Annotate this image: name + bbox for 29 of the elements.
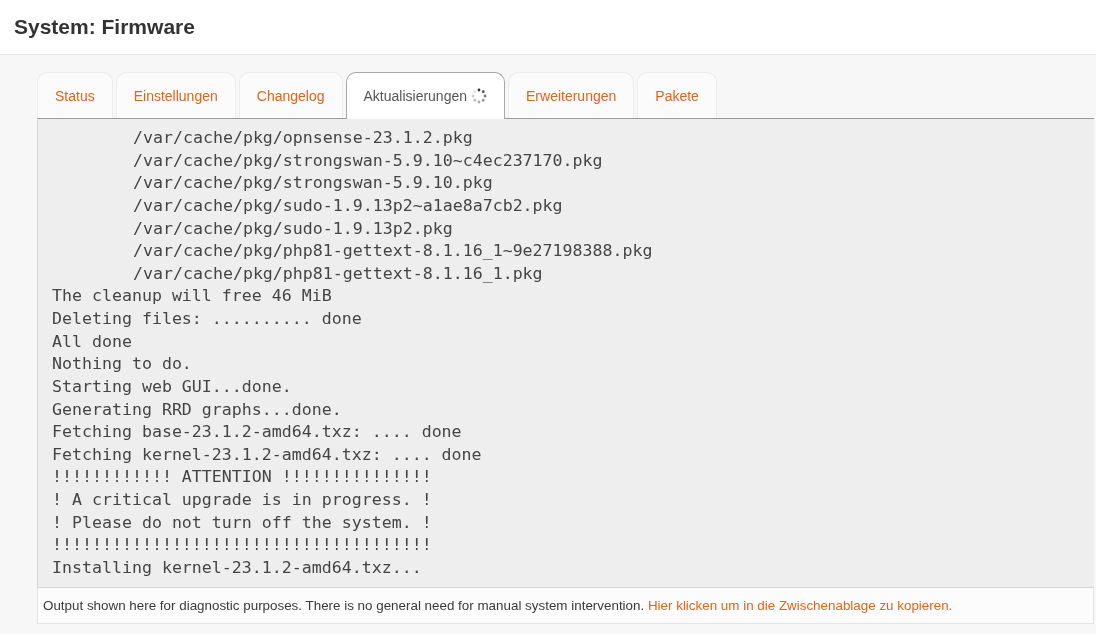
log-line: Fetching kernel-23.1.2-amd64.txz: .... done [52, 443, 483, 466]
log-line: !!!!!!!!!!!!!!!!!!!!!!!!!!!!!!!!!!!!!! [52, 534, 433, 557]
log-line: All done [52, 330, 133, 353]
log-line: Nothing to do. [52, 353, 193, 376]
log-line: /var/cache/pkg/strongswan-5.9.10.pkg [132, 172, 494, 195]
tab[interactable]: Changelog [238, 72, 343, 118]
log-line: Starting web GUI...done. [52, 375, 293, 398]
log-line: /var/cache/pkg/php81-gettext-8.1.16_1~9e27198388.pkg [132, 240, 654, 263]
log-line: The cleanup will free 46 MiB [52, 285, 333, 308]
log-line: /var/cache/pkg/sudo-1.9.13p2~a1ae8a7cb2.pkg [132, 194, 564, 217]
log-line: /var/cache/pkg/sudo-1.9.13p2.pkg [132, 217, 454, 240]
tab[interactable]: Erweiterungen [508, 72, 635, 118]
log-line: Fetching base-23.1.2-amd64.txz: .... done [52, 421, 463, 444]
output-note: Output shown here for diagnostic purposes. There is no general need for manual system intervention. Hier klicken um in die Zwischenablage zu kopieren. [43, 597, 953, 613]
log-line: Installing kernel-23.1.2-amd64.txz... [52, 556, 423, 579]
log-line: Generating RRD graphs...done. [52, 398, 343, 421]
tab[interactable]: Status [37, 72, 113, 118]
log-line: Deleting files: .......... done [52, 308, 363, 330]
log-line: ! A critical upgrade is in progress. ! [52, 489, 433, 511]
page-title: System: Firmware [14, 15, 195, 39]
log-line: !!!!!!!!!!!! ATTENTION !!!!!!!!!!!!!!! [52, 466, 433, 489]
log-line: /var/cache/pkg/opnsense-23.1.2.pkg [132, 127, 474, 149]
tab[interactable]: Einstellungen [115, 72, 236, 118]
tab[interactable]: Aktualisierungen [345, 72, 505, 119]
log-line: /var/cache/pkg/strongswan-5.9.10~c4ec237170.pkg [132, 149, 604, 172]
tab[interactable]: Pakete [637, 72, 717, 118]
log-line: /var/cache/pkg/php81-gettext-8.1.16_1.pkg [132, 262, 544, 285]
copy-to-clipboard-link[interactable]: Hier klicken um in die Zwischenablage zu kopieren. [647, 597, 953, 613]
log-line: ! Please do not turn off the system. ! [52, 511, 433, 534]
